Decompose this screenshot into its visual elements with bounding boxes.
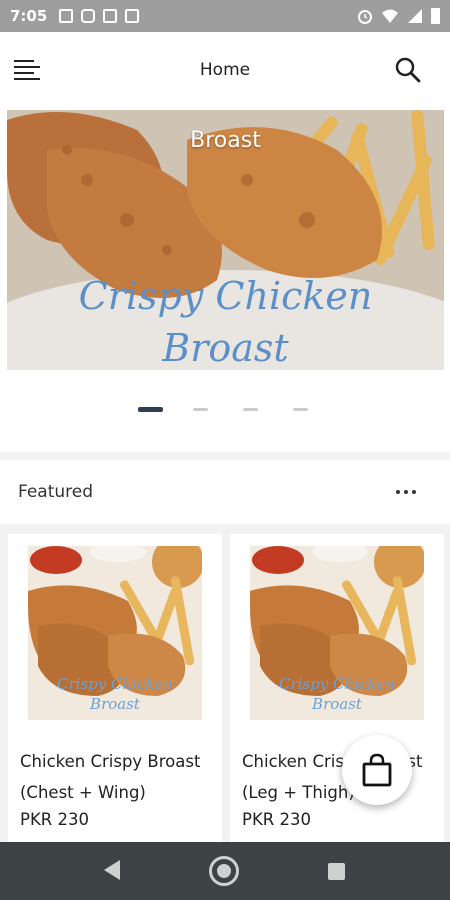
more-options-button[interactable] (396, 490, 416, 494)
system-icons (357, 8, 440, 24)
carousel-dot-active[interactable] (138, 407, 163, 412)
banner-caption-line2: Broast (162, 326, 289, 370)
menu-icon-line (14, 72, 34, 74)
page-title: Home (199, 60, 251, 80)
status-bar: 7:05 (0, 0, 450, 32)
news-notification-icon (125, 9, 140, 23)
more-dot (404, 490, 408, 494)
cart-button[interactable] (342, 735, 412, 805)
product-image-caption: Crispy Chicken Broast (250, 674, 424, 714)
product-image-caption: Crispy Chicken Broast (28, 674, 202, 714)
product-card[interactable]: Crispy Chicken Broast Chicken Crispy Bro… (8, 534, 222, 844)
product-image[interactable]: Crispy Chicken Broast (250, 546, 424, 720)
battery-icon (431, 8, 440, 24)
more-dot (412, 490, 416, 494)
carousel-indicator (0, 406, 450, 416)
banner-carousel[interactable]: Broast Crispy Chicken Broast (0, 108, 450, 452)
banner-caption: Crispy Chicken Broast (7, 270, 444, 370)
system-navigation-bar (0, 842, 450, 900)
menu-icon (14, 60, 34, 62)
product-image-caption-line2: Broast (312, 695, 362, 713)
banner-title: Broast (190, 128, 261, 153)
product-image[interactable]: Crispy Chicken Broast (28, 546, 202, 720)
product-image-caption-line1: Crispy Chicken (279, 675, 395, 693)
menu-icon-line (14, 66, 40, 68)
shopping-bag-icon (362, 753, 392, 787)
menu-button[interactable] (14, 58, 42, 82)
recent-apps-button[interactable] (328, 863, 345, 880)
banner-caption-line1: Crispy Chicken (78, 274, 373, 318)
search-button[interactable] (394, 56, 422, 84)
featured-label: Featured (18, 482, 94, 502)
featured-section-header: Featured (0, 460, 450, 524)
product-price: PKR 230 (242, 810, 311, 829)
product-card[interactable]: Crispy Chicken Broast Chicken Crispy Bro… (230, 534, 444, 844)
more-horizontal-icon (396, 490, 400, 494)
banner-image[interactable]: Broast Crispy Chicken Broast (7, 110, 444, 370)
product-image-caption-line2: Broast (90, 695, 140, 713)
signal-icon (408, 9, 422, 23)
instagram-notification-icon (81, 9, 96, 23)
alarm-icon (358, 10, 372, 24)
wifi-icon (382, 9, 398, 23)
carousel-dot[interactable] (293, 408, 308, 411)
product-name[interactable]: Chicken Crispy Broast (Chest + Wing) (20, 746, 216, 808)
notification-icons (59, 9, 140, 23)
product-price: PKR 230 (20, 810, 89, 829)
status-time: 7:05 (10, 7, 48, 25)
carousel-dot[interactable] (193, 408, 208, 411)
product-image-caption-line1: Crispy Chicken (57, 675, 173, 693)
home-button[interactable] (209, 856, 239, 886)
back-icon[interactable] (102, 859, 122, 881)
carousel-dot[interactable] (243, 408, 258, 411)
image-notification-icon (59, 9, 74, 23)
search-icon (395, 57, 421, 83)
app-bar: Home (0, 32, 450, 108)
menu-icon-line (14, 78, 40, 80)
mail-notification-icon (103, 9, 118, 23)
